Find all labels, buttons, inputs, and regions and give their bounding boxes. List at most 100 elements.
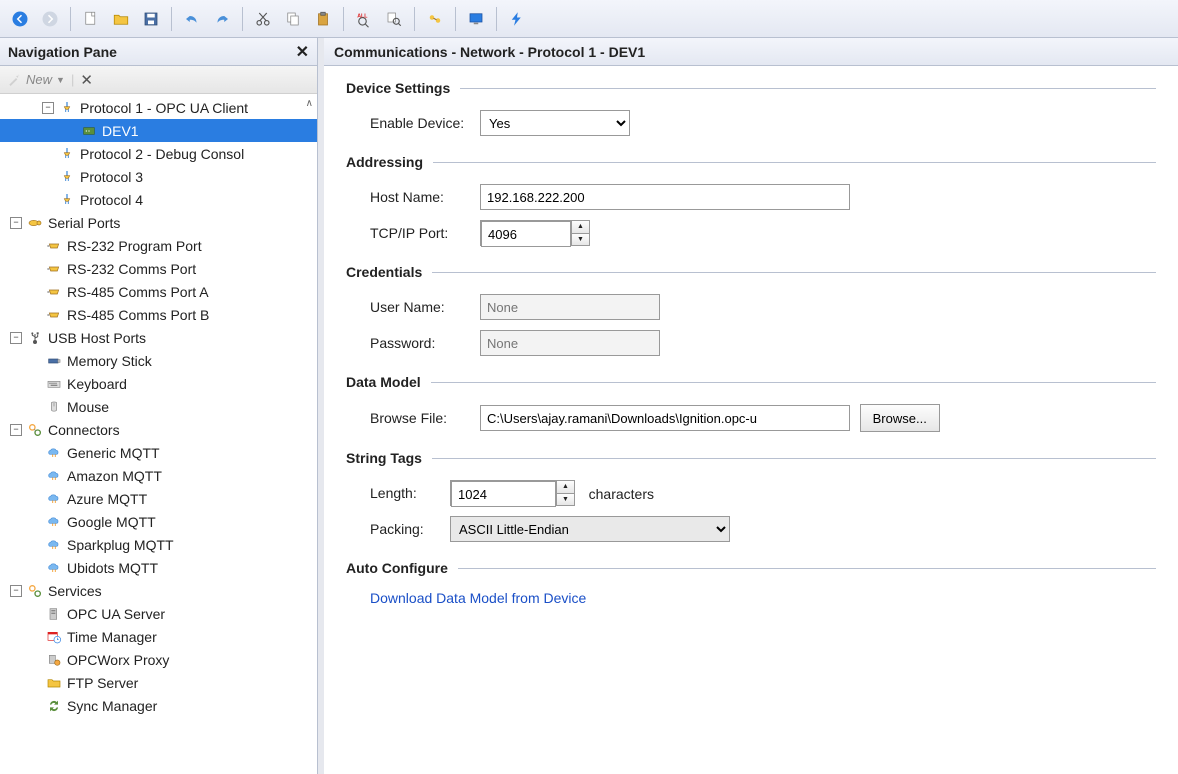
memory-stick-icon — [45, 353, 63, 369]
section-credentials: Credentials User Name: Password: — [346, 264, 1156, 356]
protocol-icon — [58, 192, 76, 208]
length-spinner[interactable]: ▲▼ — [450, 480, 575, 506]
monitor-button[interactable] — [462, 5, 490, 33]
packing-select[interactable]: ASCII Little-Endian — [450, 516, 730, 542]
browse-button[interactable]: Browse... — [860, 404, 940, 432]
tree-item-opc-ua-server[interactable]: OPC UA Server — [0, 602, 317, 625]
tree-item-rs485-b[interactable]: RS-485 Comms Port B — [0, 303, 317, 326]
user-name-label: User Name: — [370, 299, 480, 315]
sync-icon — [45, 698, 63, 714]
tree-item-ubidots-mqtt[interactable]: Ubidots MQTT — [0, 556, 317, 579]
save-button[interactable] — [137, 5, 165, 33]
cut-button[interactable] — [249, 5, 277, 33]
spin-down-button[interactable]: ▼ — [557, 494, 574, 506]
tree-item-protocol1[interactable]: − Protocol 1 - OPC UA Client — [0, 96, 317, 119]
tree-item-protocol4[interactable]: Protocol 4 — [0, 188, 317, 211]
tree-item-opcworx-proxy[interactable]: OPCWorx Proxy — [0, 648, 317, 671]
browse-file-input[interactable] — [480, 405, 850, 431]
tree-item-rs485-a[interactable]: RS-485 Comms Port A — [0, 280, 317, 303]
section-auto-configure: Auto Configure Download Data Model from … — [346, 560, 1156, 606]
svg-text:ALL: ALL — [357, 13, 368, 19]
password-input[interactable] — [480, 330, 660, 356]
nav-new-button[interactable]: New ▼ — [6, 72, 65, 88]
tree-item-connectors[interactable]: − Connectors — [0, 418, 317, 441]
browse-file-label: Browse File: — [370, 410, 480, 426]
spin-up-button[interactable]: ▲ — [572, 221, 589, 234]
collapse-icon[interactable]: − — [10, 332, 22, 344]
toolbar-separator — [414, 7, 415, 31]
collapse-icon[interactable]: − — [42, 102, 54, 114]
find-all-button[interactable]: ALL — [350, 5, 378, 33]
nav-forward-button[interactable] — [36, 5, 64, 33]
paste-button[interactable] — [309, 5, 337, 33]
tree-item-protocol3[interactable]: Protocol 3 — [0, 165, 317, 188]
tcp-port-input[interactable] — [481, 221, 571, 247]
user-name-input[interactable] — [480, 294, 660, 320]
collapse-icon[interactable]: − — [10, 217, 22, 229]
section-addressing: Addressing Host Name: TCP/IP Port: ▲▼ — [346, 154, 1156, 246]
serial-port-icon — [45, 307, 63, 323]
packing-label: Packing: — [370, 521, 450, 537]
link-button[interactable] — [421, 5, 449, 33]
tree-item-google-mqtt[interactable]: Google MQTT — [0, 510, 317, 533]
nav-back-button[interactable] — [6, 5, 34, 33]
tree-item-amazon-mqtt[interactable]: Amazon MQTT — [0, 464, 317, 487]
flash-button[interactable] — [503, 5, 531, 33]
server-icon — [45, 606, 63, 622]
content-pane: Communications - Network - Protocol 1 - … — [324, 38, 1178, 774]
enable-device-select[interactable]: Yes — [480, 110, 630, 136]
toolbar-separator — [242, 7, 243, 31]
undo-button[interactable] — [178, 5, 206, 33]
protocol-icon — [58, 146, 76, 162]
tree-scroll-up-icon[interactable]: ∧ — [306, 98, 313, 109]
spin-up-button[interactable]: ▲ — [557, 481, 574, 494]
navigation-tree[interactable]: ∧ − Protocol 1 - OPC UA Client DEV1 Prot… — [0, 94, 317, 774]
tree-item-dev1[interactable]: DEV1 — [0, 119, 317, 142]
toolbar-separator — [171, 7, 172, 31]
redo-button[interactable] — [208, 5, 236, 33]
tree-item-mouse[interactable]: Mouse — [0, 395, 317, 418]
tree-item-services[interactable]: − Services — [0, 579, 317, 602]
nav-delete-button[interactable]: ✕ — [80, 71, 93, 89]
mouse-icon — [45, 399, 63, 415]
toolbar-separator — [496, 7, 497, 31]
content-breadcrumb: Communications - Network - Protocol 1 - … — [324, 38, 1178, 66]
tree-item-keyboard[interactable]: Keyboard — [0, 372, 317, 395]
tree-item-time-manager[interactable]: Time Manager — [0, 625, 317, 648]
tcp-port-spinner[interactable]: ▲▼ — [480, 220, 590, 246]
tree-item-generic-mqtt[interactable]: Generic MQTT — [0, 441, 317, 464]
tree-item-sync-manager[interactable]: Sync Manager — [0, 694, 317, 717]
toolbar-separator — [70, 7, 71, 31]
toolbar-separator — [455, 7, 456, 31]
tree-item-rs232-prog[interactable]: RS-232 Program Port — [0, 234, 317, 257]
tree-item-usb-host[interactable]: − USB Host Ports — [0, 326, 317, 349]
collapse-icon[interactable]: − — [10, 585, 22, 597]
host-name-label: Host Name: — [370, 189, 480, 205]
serial-ports-icon — [26, 215, 44, 231]
host-name-input[interactable] — [480, 184, 850, 210]
copy-button[interactable] — [279, 5, 307, 33]
tree-item-azure-mqtt[interactable]: Azure MQTT — [0, 487, 317, 510]
download-data-model-link[interactable]: Download Data Model from Device — [370, 590, 586, 606]
device-icon — [80, 123, 98, 139]
tree-item-sparkplug-mqtt[interactable]: Sparkplug MQTT — [0, 533, 317, 556]
close-pane-button[interactable]: ✕ — [296, 42, 309, 62]
usb-icon — [26, 330, 44, 346]
cloud-icon — [45, 514, 63, 530]
tree-item-serial-ports[interactable]: − Serial Ports — [0, 211, 317, 234]
cloud-icon — [45, 537, 63, 553]
tree-item-ftp-server[interactable]: FTP Server — [0, 671, 317, 694]
navigation-pane: Navigation Pane ✕ New ▼ | ✕ ∧ − Protocol… — [0, 38, 318, 774]
spin-down-button[interactable]: ▼ — [572, 234, 589, 246]
protocol-icon — [58, 100, 76, 116]
length-suffix: characters — [589, 486, 654, 502]
tree-item-memory-stick[interactable]: Memory Stick — [0, 349, 317, 372]
length-input[interactable] — [451, 481, 556, 507]
section-device-settings: Device Settings Enable Device: Yes — [346, 80, 1156, 136]
tree-item-protocol2[interactable]: Protocol 2 - Debug Consol — [0, 142, 317, 165]
tree-item-rs232-comms[interactable]: RS-232 Comms Port — [0, 257, 317, 280]
open-file-button[interactable] — [107, 5, 135, 33]
collapse-icon[interactable]: − — [10, 424, 22, 436]
new-file-button[interactable] — [77, 5, 105, 33]
find-button[interactable] — [380, 5, 408, 33]
